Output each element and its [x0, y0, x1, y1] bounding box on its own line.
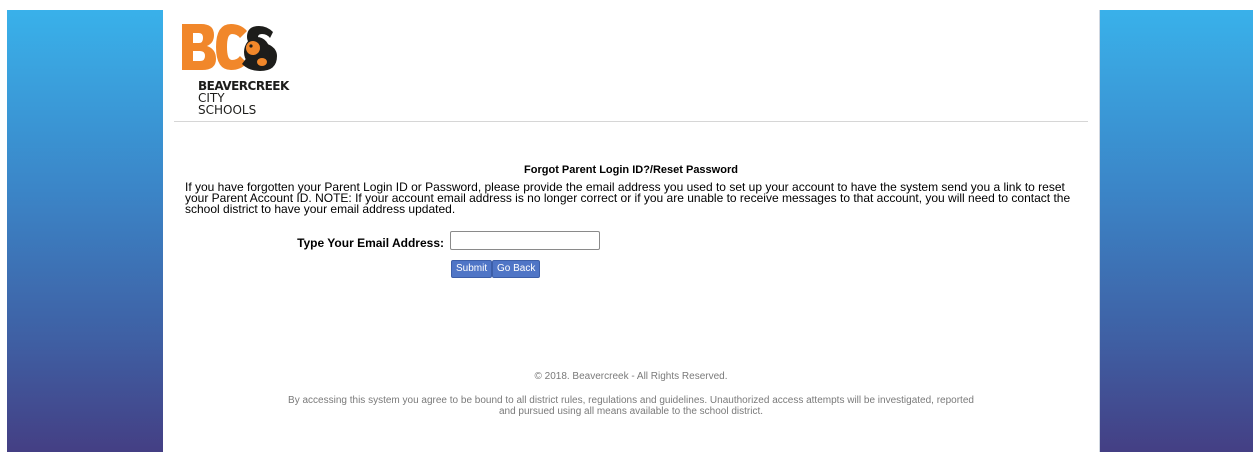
email-input[interactable] — [450, 231, 600, 250]
left-gradient-panel — [7, 10, 163, 452]
form-title: Forgot Parent Login ID?/Reset Password — [524, 164, 738, 176]
email-label: Type Your Email Address: — [297, 236, 444, 250]
disclaimer-text: By accessing this system you agree to be… — [288, 395, 974, 417]
logo-text-city-schools: CITY SCHOOLS — [198, 91, 257, 117]
district-logo: BEAVERCREEK CITY SCHOOLS — [181, 22, 289, 116]
header-divider — [174, 121, 1088, 122]
main-content: BEAVERCREEK CITY SCHOOLS Forgot Parent L… — [163, 10, 1099, 452]
page: BEAVERCREEK CITY SCHOOLS Forgot Parent L… — [0, 0, 1253, 452]
email-row: Type Your Email Address: — [163, 231, 1099, 251]
submit-button[interactable]: Submit — [451, 260, 493, 278]
bcs-logo-mark — [182, 24, 277, 71]
instructions-text: If you have forgotten your Parent Login … — [185, 180, 1071, 216]
go-back-button[interactable]: Go Back — [492, 260, 541, 278]
right-gradient-panel — [1099, 10, 1253, 452]
copyright-text: © 2018. Beavercreek - All Rights Reserve… — [534, 371, 728, 382]
